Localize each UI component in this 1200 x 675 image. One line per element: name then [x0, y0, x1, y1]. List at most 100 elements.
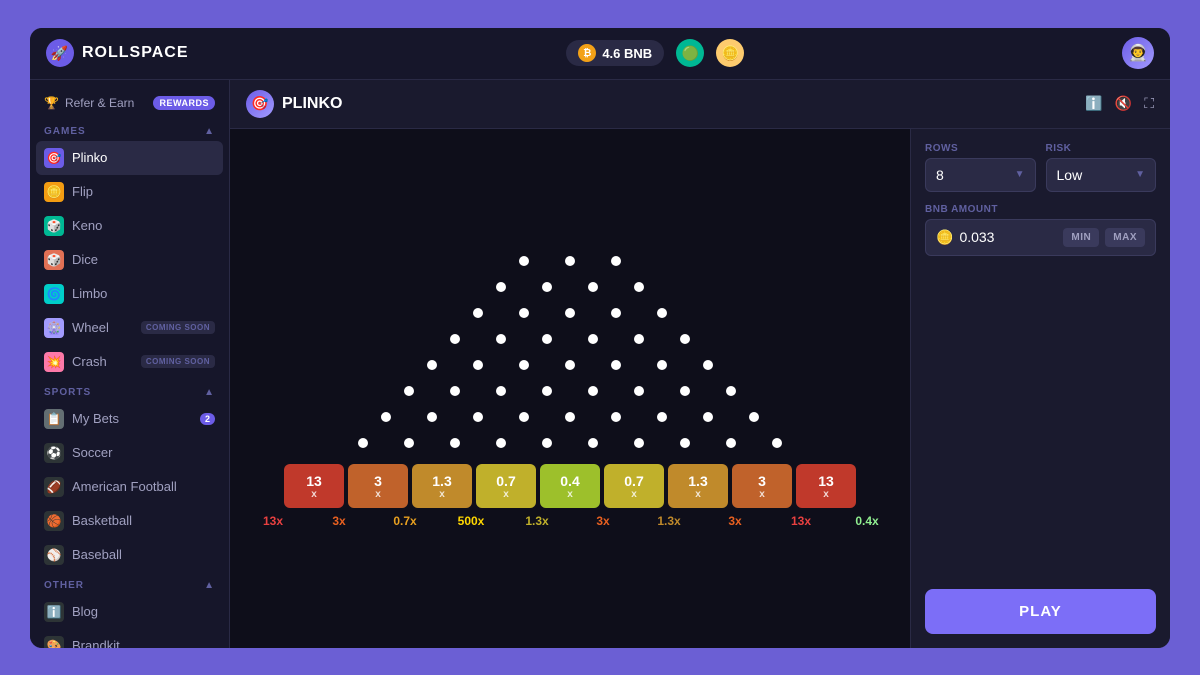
min-button[interactable]: MIN	[1063, 228, 1099, 247]
mult-value: 0.7	[624, 473, 643, 489]
rows-label: ROWS	[925, 143, 1036, 154]
mult-x: x	[631, 489, 637, 500]
sidebar-item-american-football[interactable]: 🏈 American Football	[30, 470, 229, 504]
multiplier-box: 0.7x	[476, 464, 536, 508]
keno-label: Keno	[72, 218, 102, 233]
brandkit-label: Brandkit	[72, 638, 120, 648]
bnb-icon: ₿	[578, 44, 596, 62]
rows-field: ROWS 8 ▼	[925, 143, 1036, 192]
peg	[519, 308, 529, 318]
peg	[611, 360, 621, 370]
my-bets-icon: 📋	[44, 409, 64, 429]
peg	[473, 308, 483, 318]
peg	[680, 438, 690, 448]
play-button[interactable]: PLAY	[925, 589, 1156, 634]
my-bets-badge: 2	[200, 413, 215, 425]
game-controls: ℹ️ 🔇 ⛶	[1085, 95, 1154, 112]
bottom-multipliers-row: 13x3x0.7x500x1.3x3x1.3x3x13x0.4x	[242, 514, 898, 528]
peg	[611, 308, 621, 318]
bnb-amount-label: BNB AMOUNT	[925, 204, 1156, 215]
risk-select[interactable]: Low ▼	[1046, 158, 1157, 192]
dice-label: Dice	[72, 252, 98, 267]
peg	[473, 412, 483, 422]
sidebar-item-baseball[interactable]: ⚾ Baseball	[30, 538, 229, 572]
mult-value: 0.7	[496, 473, 515, 489]
sidebar-section-sports: SPORTS ▲	[30, 379, 229, 402]
peg	[519, 256, 529, 266]
bnb-amount-field[interactable]: 🪙 0.033 MIN MAX	[925, 219, 1156, 256]
token-yellow-button[interactable]: 🪙	[716, 39, 744, 67]
mult-x: x	[759, 489, 765, 500]
peg-row	[501, 248, 639, 274]
baseball-icon: ⚾	[44, 545, 64, 565]
other-label: OTHER	[44, 580, 84, 591]
peg	[404, 438, 414, 448]
mult-x: x	[375, 489, 381, 500]
bottom-multiplier-label: 3x	[704, 514, 766, 528]
bottom-multiplier-label: 13x	[242, 514, 304, 528]
my-bets-label: My Bets	[72, 411, 119, 426]
rows-value: 8	[936, 167, 944, 183]
avatar[interactable]: 👨‍🚀	[1122, 37, 1154, 69]
bottom-multiplier-label: 3x	[572, 514, 634, 528]
peg	[450, 438, 460, 448]
bottom-multiplier-label: 13x	[770, 514, 832, 528]
rows-chevron-icon: ▼	[1015, 169, 1025, 180]
peg-row	[340, 430, 800, 456]
sidebar: 🏆 Refer & Earn REWARDS GAMES ▲ 🎯 Plinko …	[30, 80, 230, 648]
peg	[657, 360, 667, 370]
sidebar-item-my-bets[interactable]: 📋 My Bets 2	[30, 402, 229, 436]
peg	[611, 412, 621, 422]
sidebar-item-wheel[interactable]: 🎡 Wheel COMING SOON	[30, 311, 229, 345]
sidebar-item-crash[interactable]: 💥 Crash COMING SOON	[30, 345, 229, 379]
info-icon[interactable]: ℹ️	[1085, 95, 1102, 112]
mult-x: x	[439, 489, 445, 500]
peg	[726, 386, 736, 396]
mult-value: 1.3	[432, 473, 451, 489]
mult-value: 13	[818, 473, 834, 489]
peg	[703, 360, 713, 370]
multiplier-box: 13x	[796, 464, 856, 508]
token-green-button[interactable]: 🟢	[676, 39, 704, 67]
peg	[404, 386, 414, 396]
sidebar-item-soccer[interactable]: ⚽ Soccer	[30, 436, 229, 470]
peg	[427, 412, 437, 422]
peg-row	[478, 274, 662, 300]
peg	[588, 282, 598, 292]
sidebar-item-blog[interactable]: ℹ️ Blog	[30, 595, 229, 629]
peg	[749, 412, 759, 422]
sidebar-item-refer[interactable]: 🏆 Refer & Earn REWARDS	[30, 88, 229, 118]
logo[interactable]: 🚀 ROLLSPACE	[46, 39, 188, 67]
sidebar-item-keno[interactable]: 🎲 Keno	[30, 209, 229, 243]
peg	[519, 412, 529, 422]
peg	[703, 412, 713, 422]
sound-icon[interactable]: 🔇	[1115, 95, 1132, 112]
dice-icon: 🎲	[44, 250, 64, 270]
sidebar-item-limbo[interactable]: 🌀 Limbo	[30, 277, 229, 311]
sidebar-item-brandkit[interactable]: 🎨 Brandkit	[30, 629, 229, 648]
multiplier-box: 13x	[284, 464, 344, 508]
mult-value: 1.3	[688, 473, 707, 489]
trophy-icon: 🏆	[44, 96, 59, 110]
multiplier-boxes-row: 13x3x1.3x0.7x0.4x0.7x1.3x3x13x	[284, 464, 856, 508]
wheel-label: Wheel	[72, 320, 109, 335]
fullscreen-icon[interactable]: ⛶	[1144, 95, 1154, 112]
peg	[611, 256, 621, 266]
peg	[496, 334, 506, 344]
max-button[interactable]: MAX	[1105, 228, 1145, 247]
peg	[634, 334, 644, 344]
multiplier-box: 0.7x	[604, 464, 664, 508]
peg	[542, 334, 552, 344]
sidebar-item-basketball[interactable]: 🏀 Basketball	[30, 504, 229, 538]
rows-select[interactable]: 8 ▼	[925, 158, 1036, 192]
bnb-balance[interactable]: ₿ 4.6 BNB	[566, 40, 664, 66]
peg-row	[432, 326, 708, 352]
peg	[588, 438, 598, 448]
peg	[496, 282, 506, 292]
sidebar-item-dice[interactable]: 🎲 Dice	[30, 243, 229, 277]
balance-value: 4.6 BNB	[602, 46, 652, 61]
sidebar-item-flip[interactable]: 🪙 Flip	[30, 175, 229, 209]
risk-label: RISK	[1046, 143, 1157, 154]
peg	[496, 438, 506, 448]
sidebar-item-plinko[interactable]: 🎯 Plinko	[36, 141, 223, 175]
